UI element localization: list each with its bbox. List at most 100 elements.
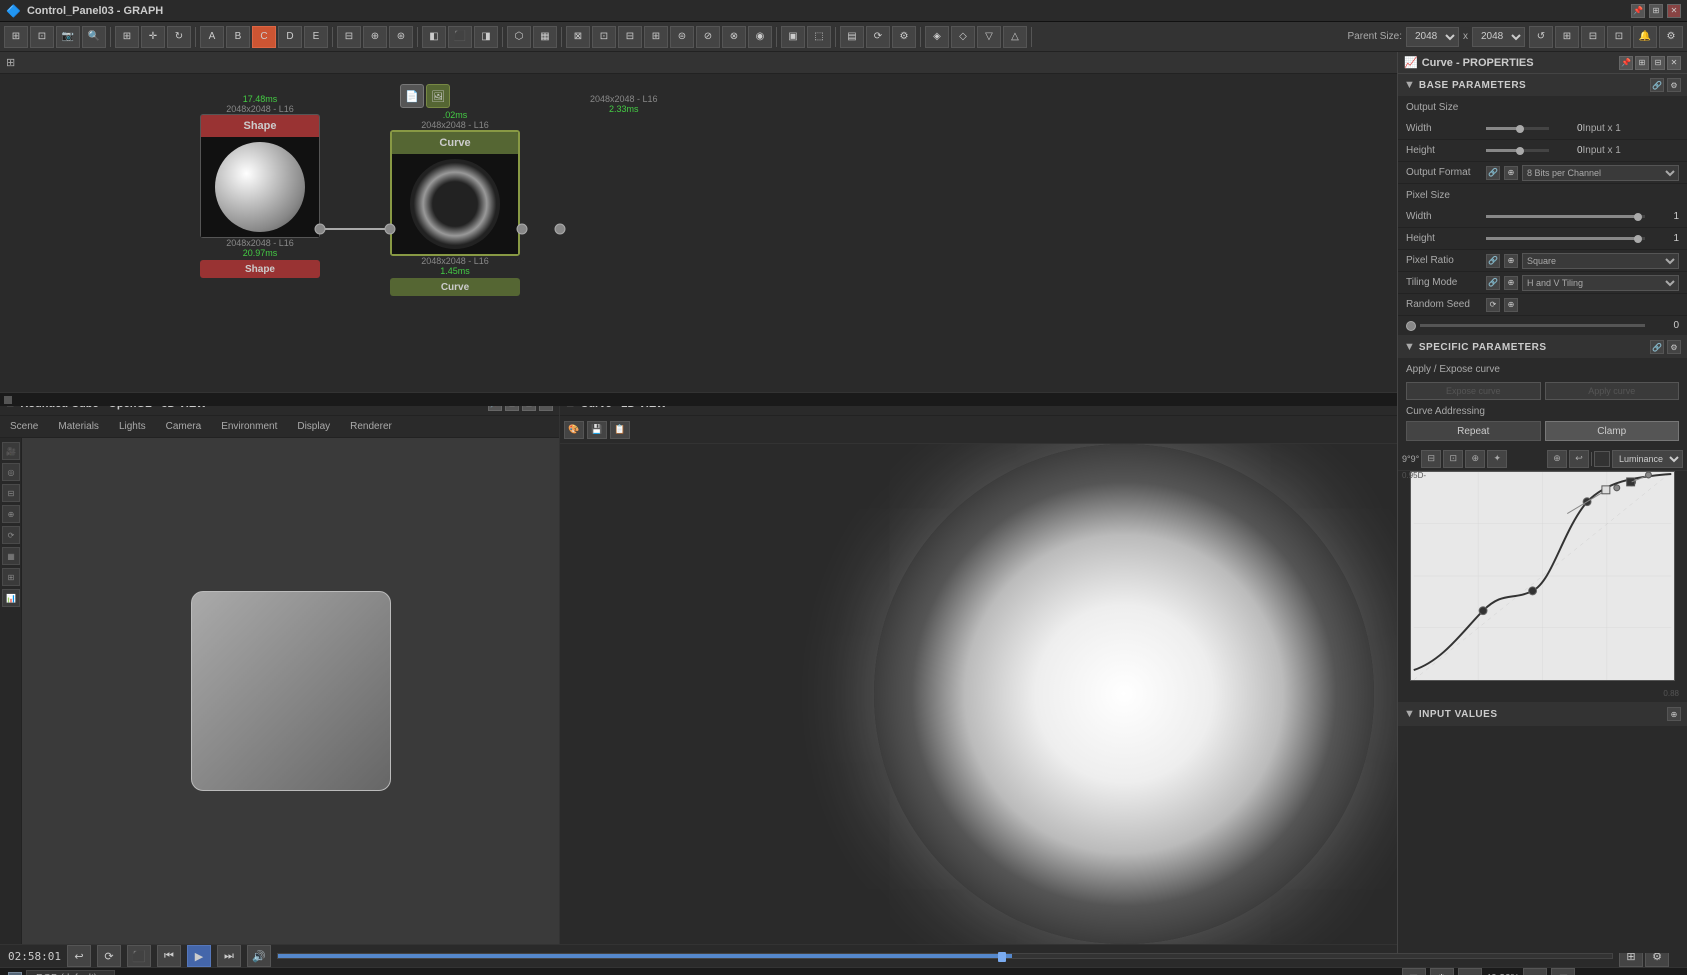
view-3d-canvas[interactable] <box>22 438 559 944</box>
base-params-link-btn[interactable]: 🔗 <box>1650 78 1664 92</box>
2d-tool-color[interactable]: 🎨 <box>564 421 584 439</box>
output-width-thumb[interactable] <box>1516 125 1524 133</box>
tiling-link[interactable]: 🔗 <box>1486 276 1500 290</box>
pixel-ratio-link[interactable]: 🔗 <box>1486 254 1500 268</box>
toolbar-btn-k2[interactable]: ⟳ <box>866 26 890 48</box>
toolbar-btn-view1[interactable]: ◧ <box>422 26 446 48</box>
toolbar-btn-l3[interactable]: ▽ <box>977 26 1001 48</box>
playback-next-btn[interactable]: ⏭ <box>217 945 241 967</box>
toolbar-btn-i6[interactable]: ⊘ <box>696 26 720 48</box>
curve-tool-2[interactable]: ⊡ <box>1443 450 1463 468</box>
3d-tool-8[interactable]: 📊 <box>2 589 20 607</box>
repeat-btn[interactable]: Repeat <box>1406 421 1541 441</box>
toolbar-btn-view2[interactable]: ⬛ <box>448 26 472 48</box>
toolbar-btn-f[interactable]: ⊟ <box>337 26 361 48</box>
2d-tool-save[interactable]: 💾 <box>587 421 607 439</box>
toolbar-btn-i7[interactable]: ⊗ <box>722 26 746 48</box>
pin-button[interactable]: 📌 <box>1631 4 1645 18</box>
toolbar-btn-m1[interactable]: ⊞ <box>1555 26 1579 48</box>
nav-environment[interactable]: Environment <box>211 416 287 437</box>
nav-lights[interactable]: Lights <box>109 416 156 437</box>
random-seed-expand[interactable]: ⊕ <box>1504 298 1518 312</box>
output-height-thumb[interactable] <box>1516 147 1524 155</box>
specific-link-btn[interactable]: 🔗 <box>1650 340 1664 354</box>
base-params-header[interactable]: ▼ BASE PARAMETERS 🔗 ⚙ <box>1398 74 1687 96</box>
toolbar-btn-i1[interactable]: ⊠ <box>566 26 590 48</box>
pixel-height-thumb[interactable] <box>1634 235 1642 243</box>
toolbar-btn-l2[interactable]: ◇ <box>951 26 975 48</box>
output-height-track[interactable] <box>1486 149 1549 152</box>
toolbar-btn-i8[interactable]: ◉ <box>748 26 772 48</box>
input-values-expand-btn[interactable]: ⊕ <box>1667 707 1681 721</box>
tiling-expand[interactable]: ⊕ <box>1504 276 1518 290</box>
curve-tool-3[interactable]: ⊕ <box>1465 450 1485 468</box>
pixel-width-slider[interactable]: 1 <box>1486 211 1679 222</box>
toolbar-btn-mesh[interactable]: ⬡ <box>507 26 531 48</box>
parent-size-select[interactable]: 2048 1024 512 <box>1406 27 1459 47</box>
2d-tool-copy[interactable]: 📋 <box>610 421 630 439</box>
playback-prev-btn[interactable]: ⏮ <box>157 945 181 967</box>
restore-button[interactable]: ⊞ <box>1649 4 1663 18</box>
props-maximize-btn[interactable]: ⊞ <box>1635 56 1649 70</box>
curve-editor[interactable] <box>1410 471 1675 681</box>
pixel-height-track[interactable] <box>1486 237 1645 240</box>
curve-tool-6[interactable]: ↩ <box>1569 450 1589 468</box>
curve-icon-doc[interactable]: 📄 <box>400 84 424 108</box>
nav-display[interactable]: Display <box>287 416 340 437</box>
toolbar-btn-i2[interactable]: ⊡ <box>592 26 616 48</box>
output-format-link[interactable]: 🔗 <box>1486 166 1500 180</box>
toolbar-btn-j1[interactable]: ▣ <box>781 26 805 48</box>
pixel-width-track[interactable] <box>1486 215 1645 218</box>
3d-tool-6[interactable]: ▦ <box>2 547 20 565</box>
curve-tool-1[interactable]: ⊟ <box>1421 450 1441 468</box>
toolbar-btn-rotate[interactable]: ↻ <box>167 26 191 48</box>
nav-scene[interactable]: Scene <box>0 416 48 437</box>
curve-svg[interactable] <box>1411 472 1674 680</box>
toolbar-btn-grid[interactable]: ⊞ <box>115 26 139 48</box>
output-width-slider[interactable]: 0 <box>1486 123 1583 134</box>
node-curve1[interactable]: 📄 🖼 .02ms 2048x2048 - L16 Curve 2048x204… <box>390 94 520 296</box>
output-format-select[interactable]: 8 Bits per Channel 16 Bits per Channel 3… <box>1522 165 1679 181</box>
tiling-select[interactable]: H and V Tiling <box>1522 275 1679 291</box>
pixel-ratio-expand[interactable]: ⊕ <box>1504 254 1518 268</box>
pixel-width-thumb[interactable] <box>1634 213 1642 221</box>
toolbar-btn-l4[interactable]: △ <box>1003 26 1027 48</box>
toolbar-btn-1[interactable]: ⊞ <box>4 26 28 48</box>
props-pin-btn[interactable]: 📌 <box>1619 56 1633 70</box>
random-seed-shuffle[interactable]: ⟳ <box>1486 298 1500 312</box>
props-restore-btn[interactable]: ⊟ <box>1651 56 1665 70</box>
input-values-header[interactable]: ▼ INPUT VALUES ⊕ <box>1398 703 1687 725</box>
specific-settings-btn[interactable]: ⚙ <box>1667 340 1681 354</box>
curve-color-swatch[interactable] <box>1594 451 1610 467</box>
curve-tool-5[interactable]: ⊕ <box>1547 450 1567 468</box>
toolbar-btn-d[interactable]: D <box>278 26 302 48</box>
curve-tool-4[interactable]: ✦ <box>1487 450 1507 468</box>
toolbar-btn-l1[interactable]: ◈ <box>925 26 949 48</box>
nav-renderer[interactable]: Renderer <box>340 416 402 437</box>
toolbar-btn-m5[interactable]: ⚙ <box>1659 26 1683 48</box>
3d-tool-1[interactable]: 🎥 <box>2 442 20 460</box>
toolbar-btn-i5[interactable]: ⊜ <box>670 26 694 48</box>
apply-curve-btn[interactable]: Apply curve <box>1545 382 1680 400</box>
node-curve1-card[interactable]: Curve <box>390 130 520 256</box>
status-zoom-out[interactable]: − <box>1458 968 1482 975</box>
toolbar-btn-i4[interactable]: ⊞ <box>644 26 668 48</box>
node-shape1[interactable]: 17.48ms 2048x2048 - L16 Shape 2048x2048 … <box>200 94 320 278</box>
output-format-expand[interactable]: ⊕ <box>1504 166 1518 180</box>
toolbar-btn-c[interactable]: C <box>252 26 276 48</box>
3d-tool-4[interactable]: ⊕ <box>2 505 20 523</box>
toolbar-btn-m4[interactable]: 🔔 <box>1633 26 1657 48</box>
input-values-expand[interactable]: ⊕ <box>1667 707 1681 721</box>
base-params-settings-btn[interactable]: ⚙ <box>1667 78 1681 92</box>
status-settings-btn[interactable]: ⚙ <box>1430 968 1454 975</box>
props-close-btn[interactable]: ✕ <box>1667 56 1681 70</box>
nav-camera[interactable]: Camera <box>156 416 212 437</box>
nav-materials[interactable]: Materials <box>48 416 109 437</box>
playback-play-btn[interactable]: ▶ <box>187 945 211 967</box>
toolbar-btn-k1[interactable]: ▤ <box>840 26 864 48</box>
curve-icon-img[interactable]: 🖼 <box>426 84 450 108</box>
specific-params-header[interactable]: ▼ SPECIFIC PARAMETERS 🔗 ⚙ <box>1398 336 1687 358</box>
toolbar-btn-camera[interactable]: 📷 <box>56 26 80 48</box>
toolbar-btn-search[interactable]: 🔍 <box>82 26 106 48</box>
toolbar-btn-a[interactable]: A <box>200 26 224 48</box>
